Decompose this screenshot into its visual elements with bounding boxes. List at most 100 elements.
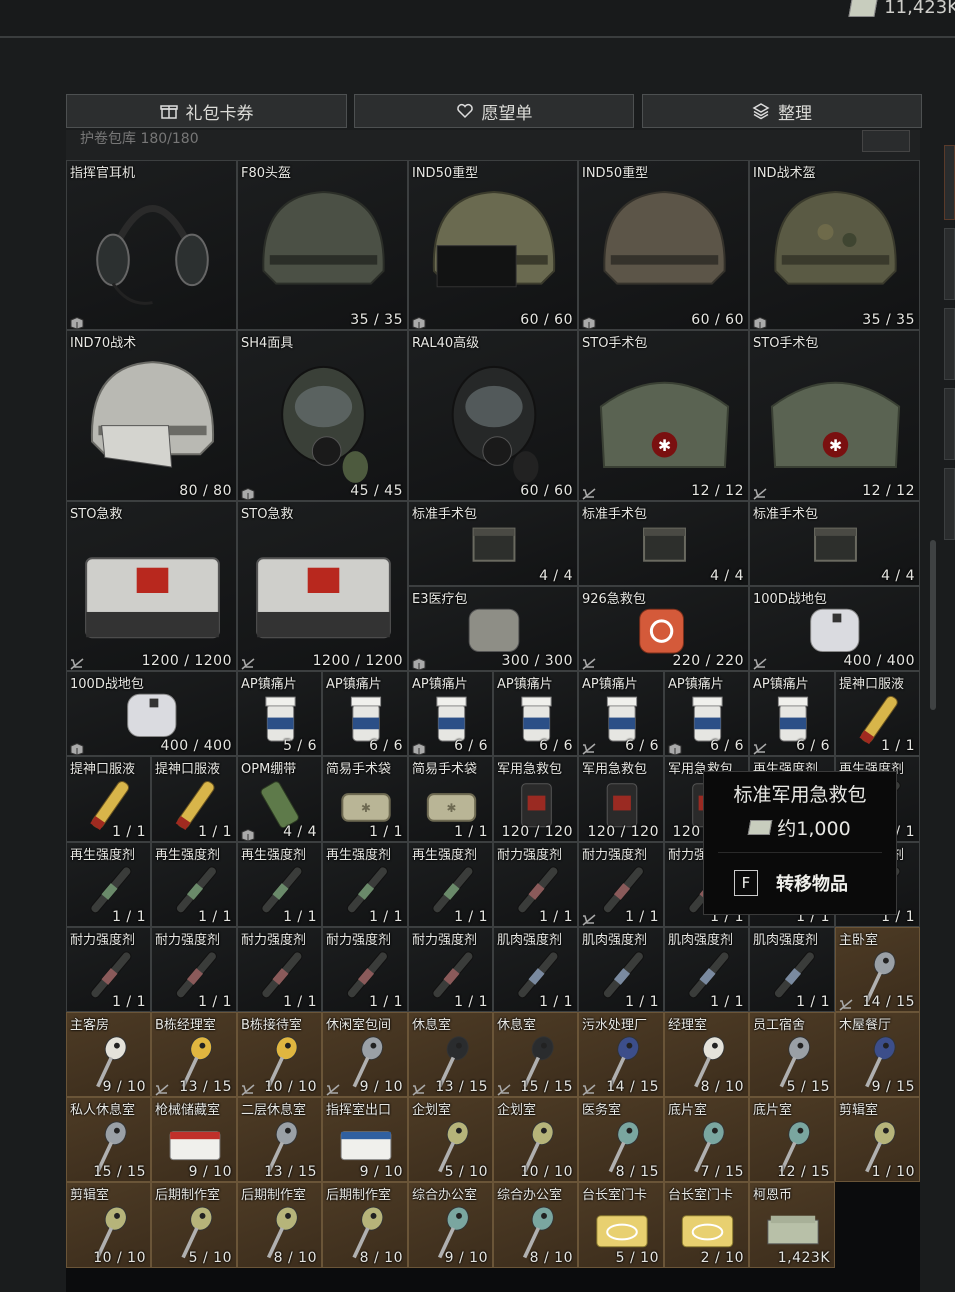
stash-item[interactable]: AP镇痛片 6 / 6 [322, 671, 408, 756]
stash-item[interactable]: E3医疗包 300 / 300 [408, 586, 578, 671]
stash-item[interactable]: RAL40高级 60 / 60 [408, 330, 578, 501]
stash-item[interactable]: B栋经理室 13 / 15 [151, 1012, 237, 1097]
stash-item[interactable]: 耐力强度剂 1 / 1 [151, 927, 237, 1012]
item-count: 35 / 35 [350, 312, 403, 328]
stash-item[interactable]: 指挥室出口 9 / 10 [322, 1097, 408, 1182]
stash-item[interactable]: 标准手术包 4 / 4 [578, 501, 749, 586]
stash-item[interactable]: AP镇痛片 6 / 6 [749, 671, 835, 756]
stash-item[interactable]: F80头盔 35 / 35 [237, 160, 408, 330]
stash-item[interactable]: 耐力强度剂 1 / 1 [322, 927, 408, 1012]
stash-item[interactable]: 标准手术包 4 / 4 [749, 501, 920, 586]
stash-item[interactable]: 耐力强度剂 1 / 1 [493, 842, 578, 927]
stash-item[interactable]: 木屋餐厅 9 / 15 [835, 1012, 920, 1097]
stash-item[interactable]: 企划室 10 / 10 [493, 1097, 578, 1182]
transfer-item-action[interactable]: F 转移物品 [734, 870, 848, 896]
stash-item[interactable]: 再生强度剂 1 / 1 [237, 842, 322, 927]
stash-item[interactable]: 企划室 5 / 10 [408, 1097, 493, 1182]
stash-item[interactable]: 台长室门卡 2 / 10 [664, 1182, 749, 1268]
stash-item[interactable]: STO急救 1200 / 1200 [237, 501, 408, 671]
stash-item[interactable]: 污水处理厂 14 / 15 [578, 1012, 664, 1097]
stash-item[interactable]: IND50重型 60 / 60 [578, 160, 749, 330]
wishlist-button[interactable]: 愿望单 [354, 94, 634, 128]
stash-item[interactable]: 肌肉强度剂 1 / 1 [664, 927, 749, 1012]
no-sell-icon-shape [582, 488, 596, 500]
stash-title: 护卷包库 180/180 [80, 131, 199, 147]
stash-item[interactable]: 提神口服液 1 / 1 [835, 671, 920, 756]
stash-item[interactable]: 标准手术包 4 / 4 [408, 501, 578, 586]
stash-item[interactable]: 后期制作室 8 / 10 [237, 1182, 322, 1268]
stash-item[interactable]: 926急救包 220 / 220 [578, 586, 749, 671]
stash-item[interactable]: 再生强度剂 1 / 1 [322, 842, 408, 927]
stash-item[interactable]: 剪辑室 10 / 10 [66, 1182, 151, 1268]
stash-item[interactable]: 台长室门卡 5 / 10 [578, 1182, 664, 1268]
stash-item[interactable]: 100D战地包 400 / 400 [749, 586, 920, 671]
stash-item[interactable]: 提神口服液 1 / 1 [66, 756, 151, 842]
stash-item[interactable]: IND50重型 60 / 60 [408, 160, 578, 330]
stash-item[interactable]: 经理室 8 / 10 [664, 1012, 749, 1097]
stash-item[interactable]: 再生强度剂 1 / 1 [408, 842, 493, 927]
stash-item[interactable]: 员工宿舍 5 / 15 [749, 1012, 835, 1097]
stash-item[interactable]: 耐力强度剂 1 / 1 [578, 842, 664, 927]
side-tab[interactable] [944, 308, 955, 380]
stash-item[interactable]: ✱ STO手术包 12 / 12 [749, 330, 920, 501]
no-sell-icon [497, 1081, 511, 1096]
stash-item[interactable]: ✱ 简易手术袋 1 / 1 [322, 756, 408, 842]
stash-item[interactable]: 提神口服液 1 / 1 [151, 756, 237, 842]
stash-item[interactable]: 柯恩币 1,423K [749, 1182, 835, 1268]
stash-item[interactable]: OPM绷带 4 / 4 [237, 756, 322, 842]
stash-item[interactable]: AP镇痛片 5 / 6 [237, 671, 322, 756]
stash-item[interactable]: 综合办公室 9 / 10 [408, 1182, 493, 1268]
stash-item[interactable]: 主客房 9 / 10 [66, 1012, 151, 1097]
stash-item[interactable]: 肌肉强度剂 1 / 1 [578, 927, 664, 1012]
stash-item[interactable]: 二层休息室 13 / 15 [237, 1097, 322, 1182]
stash-item[interactable]: ✱ STO手术包 12 / 12 [578, 330, 749, 501]
stash-item[interactable]: AP镇痛片 6 / 6 [578, 671, 664, 756]
stash-item[interactable]: 剪辑室 1 / 10 [835, 1097, 920, 1182]
stash-item[interactable]: IND战术盔 35 / 35 [749, 160, 920, 330]
stash-item[interactable]: 医务室 8 / 15 [578, 1097, 664, 1182]
stash-item[interactable]: 综合办公室 8 / 10 [493, 1182, 578, 1268]
item-count: 1 / 1 [369, 824, 403, 840]
sort-button[interactable]: 整理 [642, 94, 922, 128]
stash-item[interactable]: 休息室 15 / 15 [493, 1012, 578, 1097]
side-tab[interactable] [944, 145, 955, 220]
stash-item[interactable]: 再生强度剂 1 / 1 [151, 842, 237, 927]
side-tab[interactable] [944, 388, 955, 460]
stash-item[interactable]: ✱ 简易手术袋 1 / 1 [408, 756, 493, 842]
stash-item[interactable]: 指挥官耳机 [66, 160, 237, 330]
stash-item[interactable]: 100D战地包 400 / 400 [66, 671, 237, 756]
stash-item[interactable]: 主卧室 14 / 15 [835, 927, 920, 1012]
item-name: 后期制作室 [241, 1188, 307, 1203]
stash-item[interactable]: 休闲室包间 9 / 10 [322, 1012, 408, 1097]
scrollbar[interactable] [930, 540, 936, 710]
stash-item[interactable]: STO急救 1200 / 1200 [66, 501, 237, 671]
side-tab[interactable] [944, 468, 955, 540]
no-sell-icon-shape [753, 488, 767, 500]
stash-item[interactable]: 后期制作室 8 / 10 [322, 1182, 408, 1268]
stash-item[interactable]: 休息室 13 / 15 [408, 1012, 493, 1097]
stash-item[interactable]: 再生强度剂 1 / 1 [66, 842, 151, 927]
stash-item[interactable]: 肌肉强度剂 1 / 1 [493, 927, 578, 1012]
stash-item[interactable]: 耐力强度剂 1 / 1 [408, 927, 493, 1012]
stash-item[interactable]: 后期制作室 5 / 10 [151, 1182, 237, 1268]
stash-item[interactable]: 底片室 7 / 15 [664, 1097, 749, 1182]
gift-card-button[interactable]: 礼包卡券 [66, 94, 347, 128]
side-tab[interactable] [944, 228, 955, 300]
stash-item[interactable]: 枪械储藏室 9 / 10 [151, 1097, 237, 1182]
stash-item[interactable]: 军用急救包 120 / 120 [578, 756, 664, 842]
stash-item[interactable]: 底片室 12 / 15 [749, 1097, 835, 1182]
stash-header-button[interactable] [862, 130, 910, 152]
stash-item[interactable]: AP镇痛片 6 / 6 [664, 671, 749, 756]
stash-item[interactable]: SH4面具 45 / 45 [237, 330, 408, 501]
stash-item[interactable]: AP镇痛片 6 / 6 [408, 671, 493, 756]
stash-item[interactable]: 私人休息室 15 / 15 [66, 1097, 151, 1182]
stash-item[interactable]: 军用急救包 120 / 120 [493, 756, 578, 842]
stash-item[interactable]: AP镇痛片 6 / 6 [493, 671, 578, 756]
stash-item[interactable]: 耐力强度剂 1 / 1 [237, 927, 322, 1012]
item-name: 926急救包 [582, 592, 646, 607]
stash-item[interactable]: 肌肉强度剂 1 / 1 [749, 927, 835, 1012]
stash-item[interactable]: IND70战术 80 / 80 [66, 330, 237, 501]
stash-item[interactable]: 耐力强度剂 1 / 1 [66, 927, 151, 1012]
item-count: 7 / 15 [700, 1164, 744, 1180]
stash-item[interactable]: B栋接待室 10 / 10 [237, 1012, 322, 1097]
